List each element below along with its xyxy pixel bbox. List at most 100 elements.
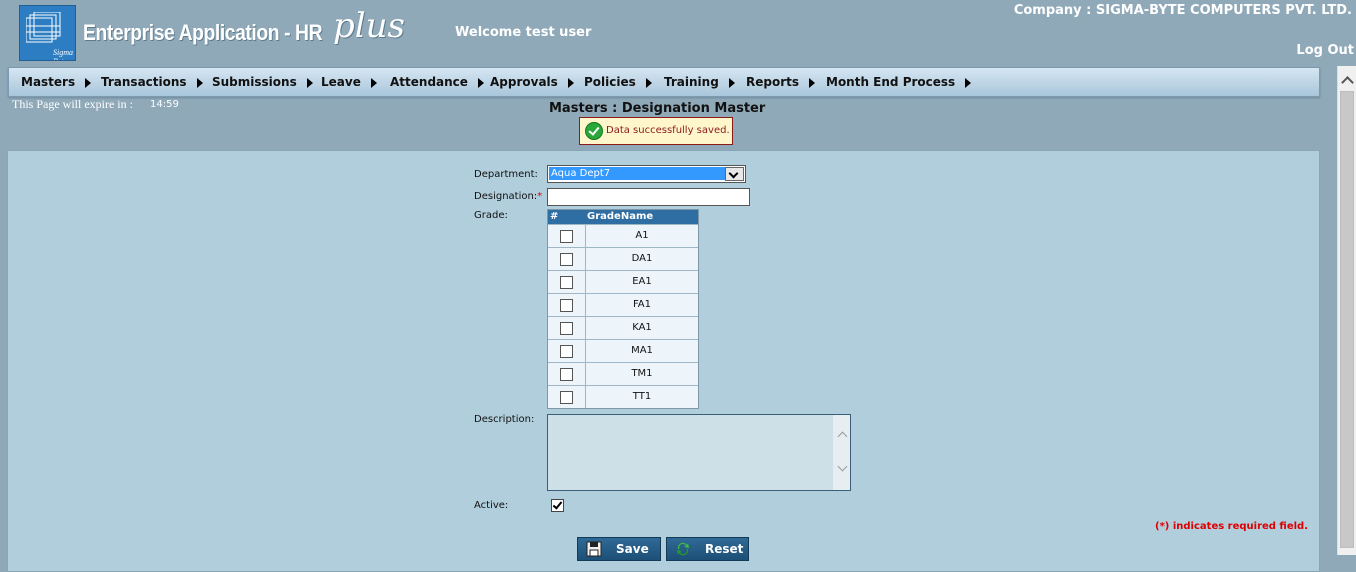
grade-grid-header: # GradeName [548,210,698,224]
grade-checkbox[interactable] [560,276,573,289]
scroll-up-arrow-icon[interactable] [1341,76,1354,89]
submenu-arrow-icon [965,77,972,88]
grade-checkbox-cell [548,271,586,293]
company-name: Company : SIGMA-BYTE COMPUTERS PVT. LTD. [1013,3,1352,18]
menu-item-label: Leave [321,75,361,89]
grade-name: A1 [635,230,649,241]
grade-name: EA1 [632,276,652,287]
menu-item-reports[interactable]: Reports [746,68,816,96]
menu-item-submissions[interactable]: Submissions [212,68,313,96]
save-button[interactable]: Save [577,537,661,561]
menu-item-masters[interactable]: Masters [21,68,92,96]
menu-item-policies[interactable]: Policies [584,68,652,96]
menu-item-label: Submissions [212,75,297,89]
grid-header-gradename: GradeName [587,211,654,222]
department-label: Department: [474,169,538,180]
submenu-arrow-icon [370,77,377,88]
menu-item-leave[interactable]: Leave [321,68,377,96]
grade-checkbox-cell [548,225,586,247]
table-row: TT1 [548,385,698,408]
table-row: MA1 [548,339,698,362]
menu-item-label: Reports [746,75,800,89]
menu-item-label: Month End Process [826,75,956,89]
menu-item-attendance[interactable]: Attendance [390,68,484,96]
reset-button[interactable]: Reset [666,537,749,561]
grade-checkbox-cell [548,363,586,385]
grade-grid: # GradeName A1 DA1 EA1 FA1 KA1 MA1 TM1 T… [547,209,699,409]
logo-graphic [26,12,61,43]
menu-item-approvals[interactable]: Approvals [490,68,574,96]
menu-item-training[interactable]: Training [664,68,735,96]
grade-checkbox[interactable] [560,391,573,404]
grade-checkbox-cell [548,317,586,339]
save-button-label: Save [616,542,649,556]
app-title: Enterprise Application - HR [83,20,323,45]
menu-item-month-end-process[interactable]: Month End Process [826,68,972,96]
submenu-arrow-icon [477,77,484,88]
page-scrollbar[interactable] [1337,66,1356,555]
grade-name: TM1 [631,368,653,379]
grade-checkbox[interactable] [560,368,573,381]
company-logo: Sigma Byte [19,5,76,61]
menu-item-label: Approvals [490,75,558,89]
grade-checkbox[interactable] [560,230,573,243]
grade-checkbox-cell [548,248,586,270]
designation-label: Designation:* [474,191,542,202]
app-header: Sigma Byte Enterprise Application - HR p… [0,0,1356,66]
textarea-scrollbar[interactable] [833,415,850,490]
grade-checkbox[interactable] [560,299,573,312]
submenu-arrow-icon [306,77,313,88]
table-row: EA1 [548,270,698,293]
active-checkbox[interactable] [551,499,564,512]
scrollbar-thumb[interactable] [1340,91,1354,548]
grade-label: Grade: [474,210,508,221]
scroll-up-icon[interactable] [837,431,848,442]
department-selected-value: Aqua Dept7 [549,167,726,180]
menu-item-label: Policies [584,75,636,89]
designation-input[interactable] [547,188,750,206]
grade-checkbox-cell [548,294,586,316]
grade-name: TT1 [632,391,652,402]
department-select[interactable]: Aqua Dept7 [547,165,746,183]
submenu-arrow-icon [85,77,92,88]
table-row: DA1 [548,247,698,270]
grade-checkbox-cell [548,386,586,408]
logout-link[interactable]: Log Out [1296,43,1354,58]
welcome-text: Welcome test user [455,25,592,40]
app-title-suffix: plus [333,6,405,46]
grade-checkbox-cell [548,340,586,362]
menu-item-label: Transactions [101,75,187,89]
submenu-arrow-icon [196,77,203,88]
session-expire-timer: 14:59 [150,99,179,110]
logo-text: Sigma Byte [53,48,73,60]
menu-item-label: Attendance [390,75,468,89]
description-textarea[interactable] [547,414,851,491]
table-row: TM1 [548,362,698,385]
grade-checkbox[interactable] [560,345,573,358]
grade-checkbox[interactable] [560,253,573,266]
submenu-arrow-icon [567,77,574,88]
chevron-down-icon[interactable] [725,167,744,181]
menu-item-transactions[interactable]: Transactions [101,68,203,96]
menu-item-label: Training [664,75,719,89]
grade-name: KA1 [632,322,652,333]
grade-name: MA1 [631,345,653,356]
main-menu-bar: Masters Transactions Submissions Leave A… [8,67,1320,97]
active-label: Active: [474,500,509,511]
required-asterisk: * [537,191,543,202]
page-title: Masters : Designation Master [549,101,766,116]
reset-button-label: Reset [705,542,744,556]
menu-item-label: Masters [21,75,76,89]
table-row: KA1 [548,316,698,339]
session-expire-label: This Page will expire in : [12,97,133,111]
grade-name: DA1 [631,253,653,264]
success-check-icon [585,122,603,140]
grade-name: FA1 [632,299,652,310]
scroll-down-icon[interactable] [837,461,848,472]
table-row: A1 [548,224,698,247]
success-message-text: Data successfully saved. [606,125,730,136]
submenu-arrow-icon [809,77,816,88]
description-label: Description: [474,414,535,425]
submenu-arrow-icon [728,77,735,88]
grade-checkbox[interactable] [560,322,573,335]
